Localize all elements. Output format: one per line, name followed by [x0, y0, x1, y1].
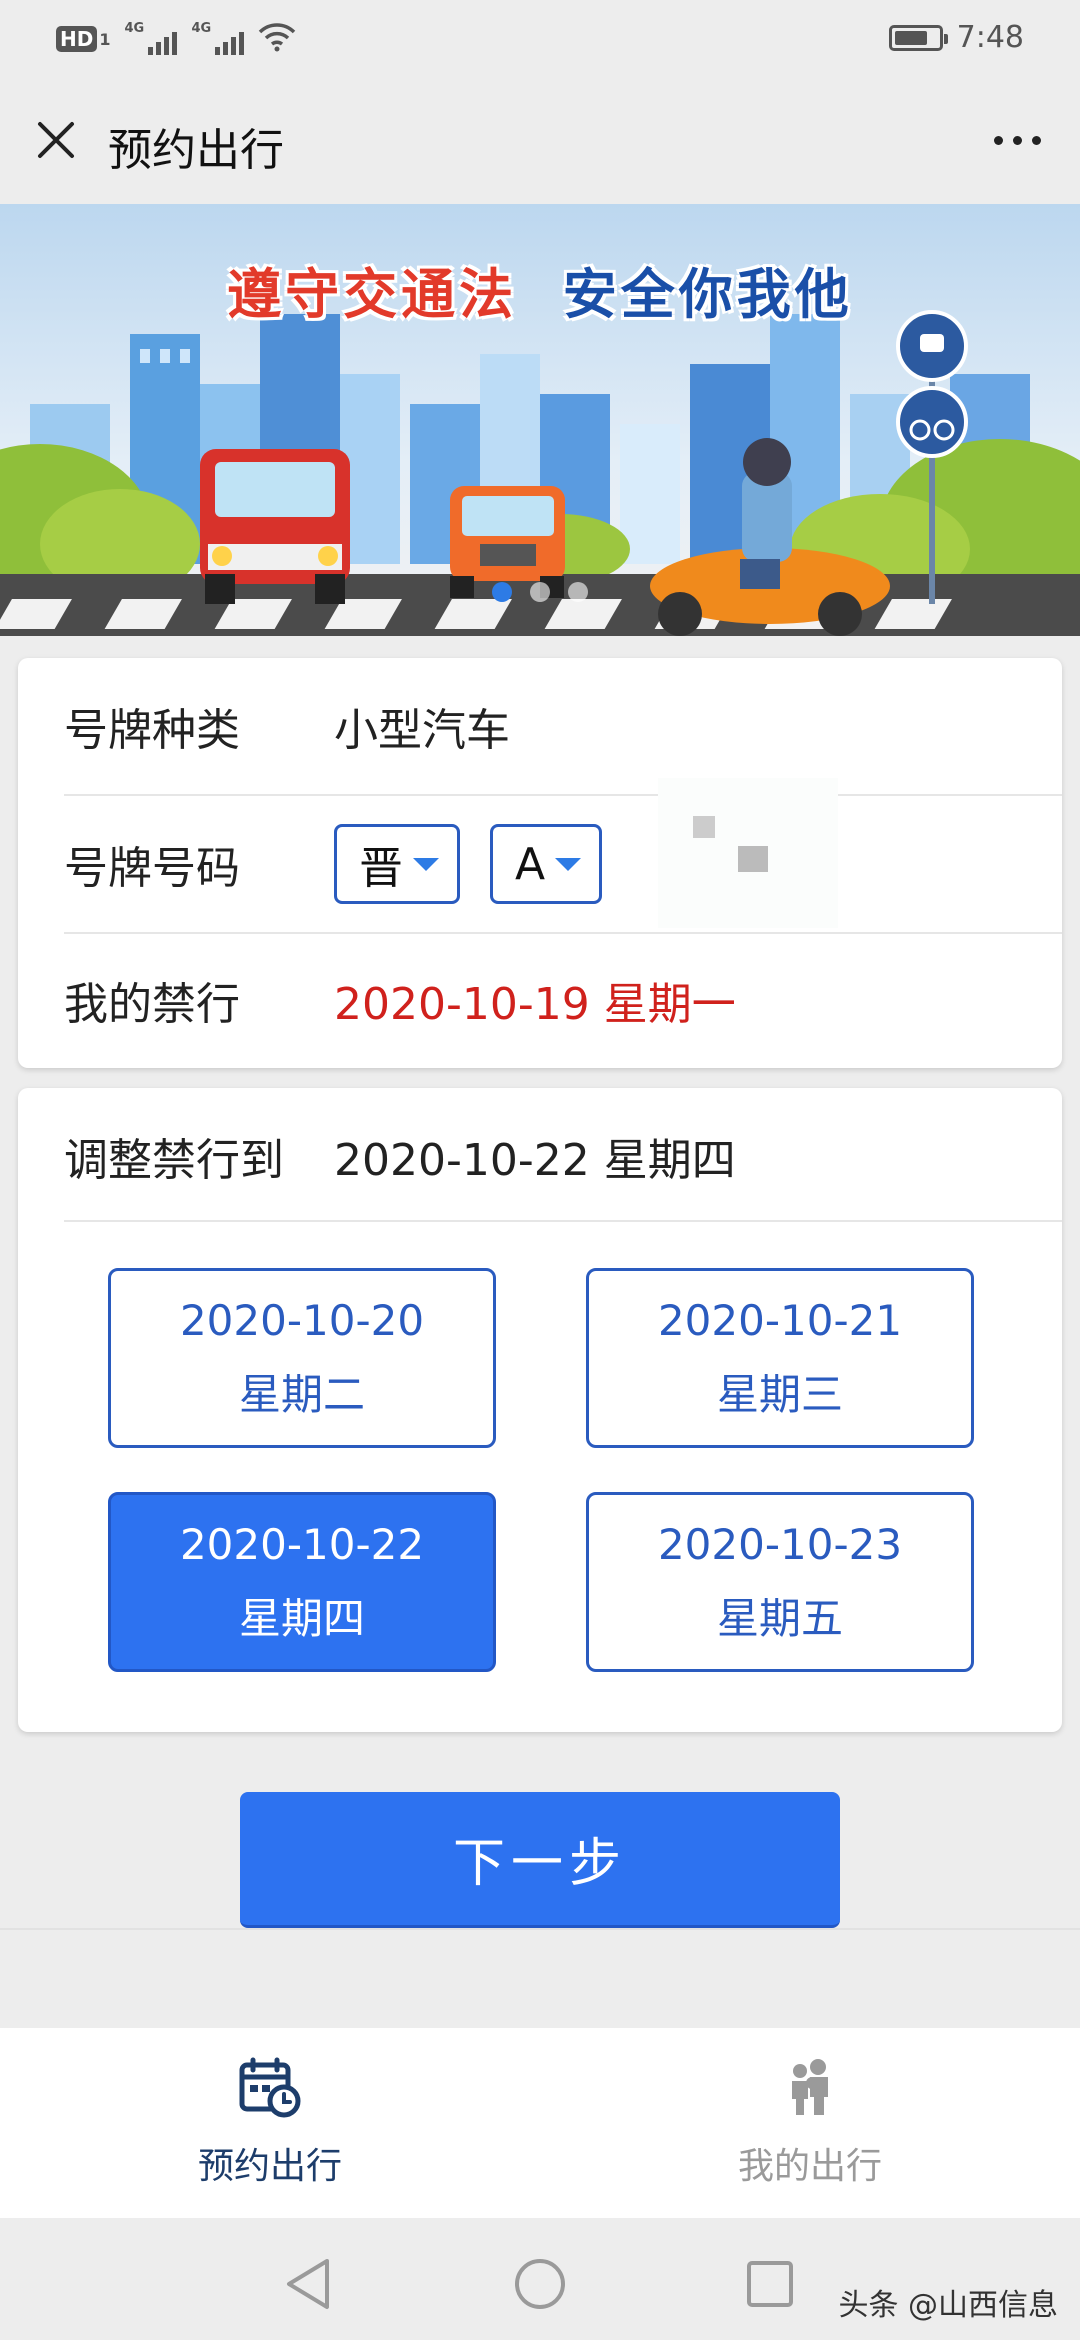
banner-slogan: 遵守交通法 安全你我他 — [0, 250, 1080, 329]
recents-square-icon — [747, 2261, 793, 2307]
tab-my-trips-label: 我的出行 — [737, 2146, 882, 2187]
more-icon-dot — [1031, 135, 1041, 145]
tab-book-trip-label: 预约出行 — [197, 2146, 342, 2187]
letter-select[interactable]: A — [490, 824, 603, 904]
my-ban-value: 2020-10-19 星期一 — [334, 979, 736, 1030]
hd-voice-icon: HD 1 — [56, 26, 110, 52]
page-title: 预约出行 — [108, 125, 284, 176]
adjust-ban-row: 调整禁行到 2020-10-22 星期四 — [64, 1088, 736, 1224]
banner-carousel[interactable]: 遵守交通法 安全你我他 — [0, 204, 1080, 636]
plate-type-row[interactable]: 号牌种类 小型汽车 — [64, 658, 1062, 794]
calendar-clock-icon — [239, 2057, 301, 2118]
more-icon-dot — [1012, 135, 1022, 145]
more-button[interactable] — [982, 112, 1052, 168]
date-option-button[interactable]: 2020-10-20 星期二 — [108, 1268, 496, 1448]
date-option-button[interactable]: 2020-10-22 星期四 — [108, 1492, 496, 1672]
date-option-date: 2020-10-23 — [657, 1520, 903, 1569]
my-ban-label: 我的禁行 — [64, 979, 240, 1030]
date-option-date: 2020-10-22 — [179, 1520, 425, 1569]
redaction-mark — [693, 816, 715, 838]
adjust-ban-card: 调整禁行到 2020-10-22 星期四 2020-10-20 星期二 2020… — [18, 1088, 1062, 1732]
plate-type-label: 号牌种类 — [64, 705, 240, 756]
adjust-ban-label: 调整禁行到 — [64, 1135, 284, 1186]
carousel-dot[interactable] — [530, 582, 550, 602]
system-nav-bar: 头条 @山西信息 — [0, 2218, 1080, 2340]
date-option-weekday: 星期五 — [716, 1594, 843, 1643]
date-option-weekday: 星期二 — [238, 1370, 365, 1419]
slogan-part-2: 安全你我他 — [562, 263, 853, 326]
date-option-weekday: 星期三 — [716, 1370, 843, 1419]
my-ban-row: 我的禁行 2020-10-19 星期一 — [64, 932, 1062, 1068]
carousel-dot[interactable] — [568, 582, 588, 602]
carousel-dot[interactable] — [492, 582, 512, 602]
hd-sub-label: 1 — [99, 29, 111, 49]
province-value: 晋 — [359, 843, 403, 894]
network-type-1: 4G — [124, 21, 145, 36]
redaction-mark — [738, 846, 768, 872]
close-button[interactable] — [28, 112, 84, 168]
people-icon — [792, 2059, 828, 2115]
letter-value: A — [515, 838, 546, 890]
signal-icon-2: 4G — [191, 21, 245, 55]
adjust-ban-value: 2020-10-22 星期四 — [334, 1135, 736, 1186]
close-icon — [38, 122, 74, 158]
date-option-button[interactable]: 2020-10-23 星期五 — [586, 1492, 974, 1672]
watermark-text: 头条 @山西信息 — [838, 2288, 1058, 2323]
battery-icon — [888, 24, 948, 51]
date-option-weekday: 星期四 — [238, 1594, 365, 1643]
signal-icon-1: 4G — [124, 21, 178, 55]
recents-button[interactable] — [740, 2254, 800, 2314]
back-button[interactable] — [278, 2254, 338, 2314]
date-option-date: 2020-10-21 — [657, 1296, 903, 1345]
wifi-icon — [258, 22, 296, 56]
home-circle-icon — [515, 2259, 565, 2309]
date-option-button[interactable]: 2020-10-21 星期三 — [586, 1268, 974, 1448]
hd-label: HD — [56, 26, 98, 52]
network-type-2: 4G — [191, 21, 212, 36]
plate-type-value: 小型汽车 — [334, 705, 510, 756]
tab-book-trip[interactable]: 预约出行 — [0, 2028, 540, 2218]
status-right: 7:48 — [888, 20, 1024, 55]
plate-number-row: 号牌号码 晋 A — [64, 796, 1062, 932]
home-button[interactable] — [510, 2254, 570, 2314]
status-left: HD 1 4G 4G — [56, 21, 296, 56]
tab-my-trips[interactable]: 我的出行 — [540, 2028, 1080, 2218]
dropdown-caret-icon — [555, 857, 582, 871]
back-triangle-icon — [287, 2259, 329, 2309]
next-step-button[interactable]: 下一步 — [240, 1792, 840, 1928]
date-option-date: 2020-10-20 — [179, 1296, 425, 1345]
title-bar: 预约出行 — [0, 76, 1080, 204]
slogan-part-1: 遵守交通法 — [227, 263, 518, 326]
dropdown-caret-icon — [413, 857, 439, 871]
plate-number-input[interactable] — [658, 778, 838, 928]
clock: 7:48 — [956, 20, 1024, 55]
status-bar: HD 1 4G 4G 7:48 — [0, 0, 1080, 76]
divider — [0, 1928, 1080, 1930]
bottom-tab-bar: 预约出行 我的出行 — [0, 2028, 1080, 2218]
province-select[interactable]: 晋 — [334, 824, 460, 904]
plate-number-label: 号牌号码 — [64, 843, 240, 894]
vehicle-info-card: 号牌种类 小型汽车 号牌号码 晋 A 我的禁行 2020-10-19 星期一 — [18, 658, 1062, 1068]
more-icon — [993, 135, 1003, 145]
divider — [64, 1220, 1062, 1222]
carousel-indicator — [0, 582, 1080, 602]
